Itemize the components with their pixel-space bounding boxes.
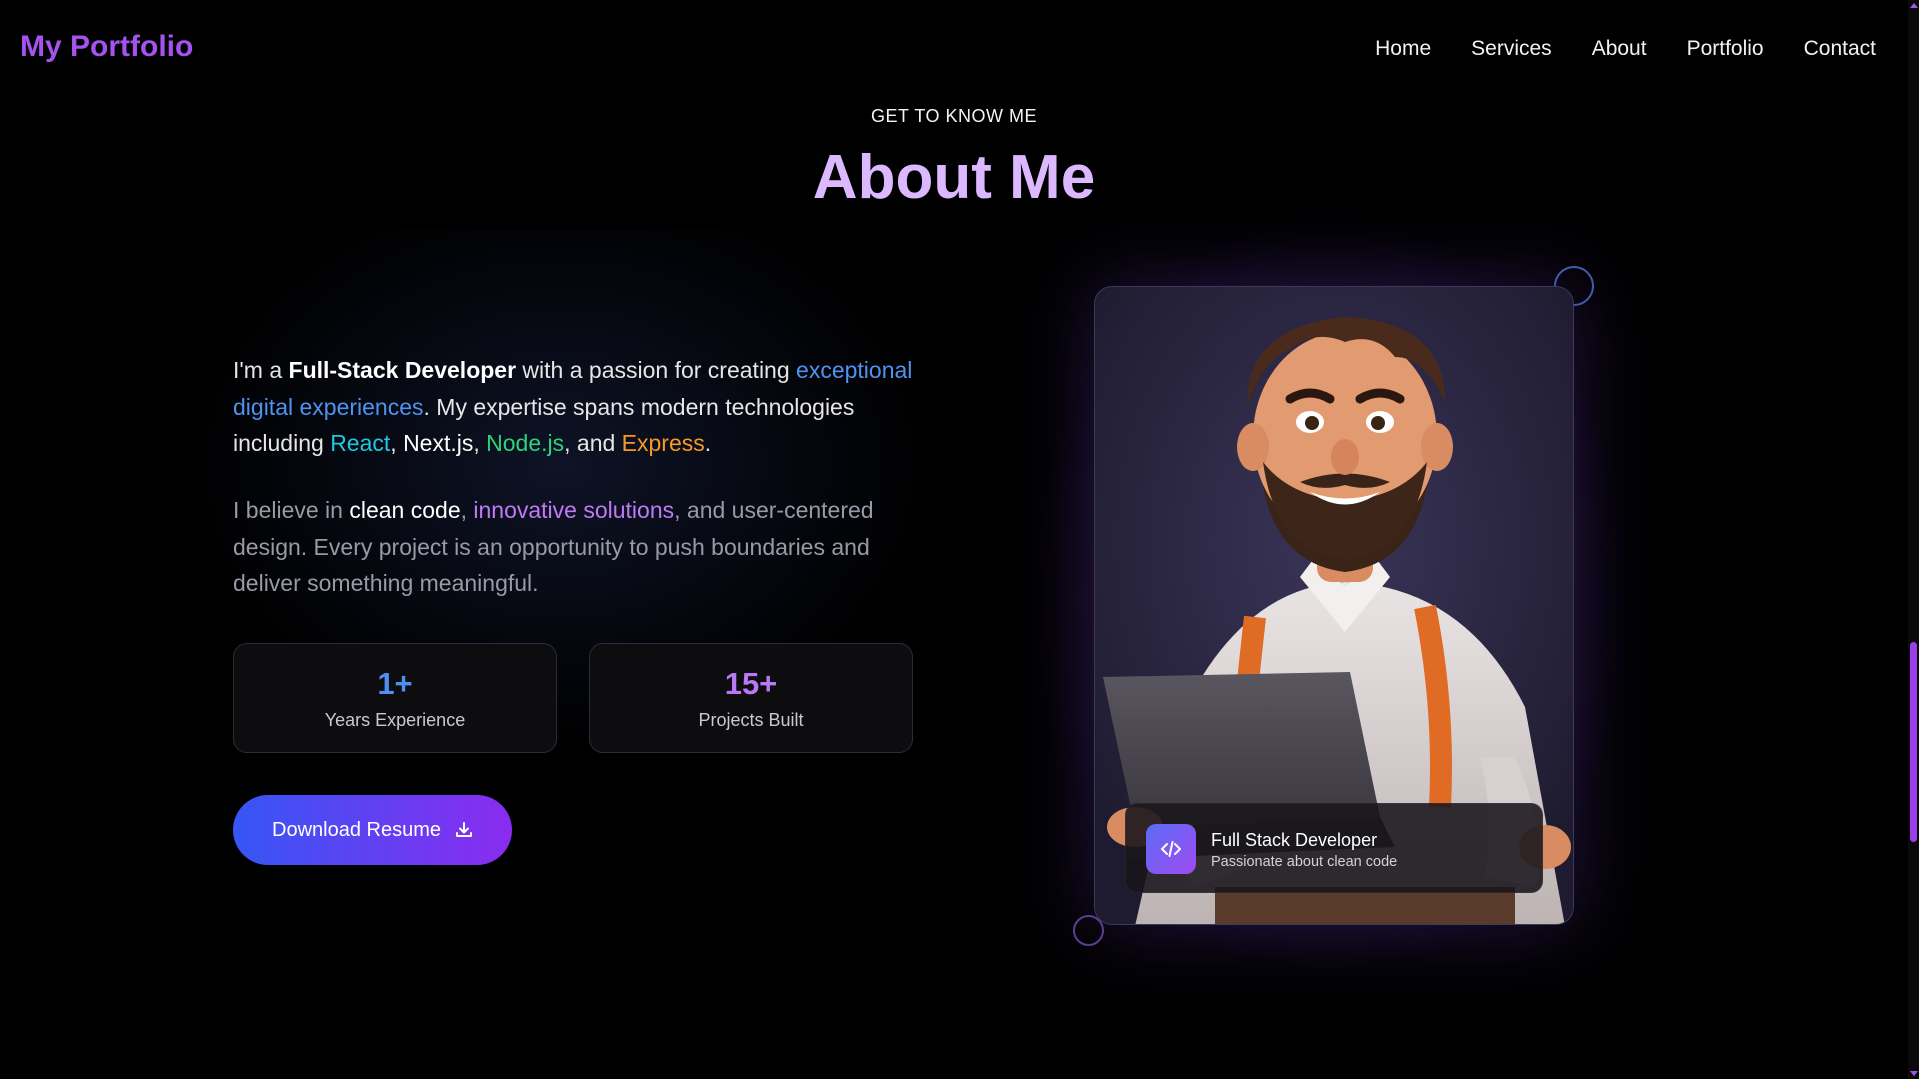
intro-text: with a passion for creating [516, 357, 797, 383]
scroll-up-arrow-icon[interactable] [1910, 3, 1918, 8]
belief-text: I believe in [233, 497, 350, 523]
intro-separator: , [390, 430, 404, 456]
intro-separator: , [473, 430, 487, 456]
role-badge-title: Full Stack Developer [1211, 830, 1378, 850]
stat-card-experience: 1+ Years Experience [233, 643, 557, 753]
belief-paragraph: I believe in clean code, innovative solu… [233, 492, 933, 602]
tech-nodejs: Node.js [486, 430, 565, 456]
stat-label: Years Experience [324, 710, 466, 730]
nav-link-services[interactable]: Services [1471, 37, 1552, 61]
role-badge-subtitle: Passionate about clean code [1211, 854, 1398, 870]
section-eyebrow: GET TO KNOW ME [870, 106, 1038, 126]
download-resume-button[interactable]: Download Resume [233, 795, 512, 865]
site-logo[interactable]: My Portfolio [20, 30, 193, 64]
stat-label: Projects Built [698, 710, 804, 730]
section-title: About Me [812, 143, 1096, 212]
nav-link-portfolio[interactable]: Portfolio [1687, 37, 1764, 61]
role-badge: Full Stack Developer Passionate about cl… [1125, 803, 1543, 893]
role-highlight: Full-Stack Developer [288, 357, 517, 383]
tech-express: Express [621, 430, 705, 456]
scroll-down-arrow-icon[interactable] [1910, 1071, 1918, 1076]
nav-link-contact[interactable]: Contact [1804, 37, 1876, 61]
download-resume-label: Download Resume [272, 818, 441, 841]
intro-text: I'm a [233, 357, 289, 383]
nav-link-home[interactable]: Home [1375, 37, 1431, 61]
nav-link-about[interactable]: About [1592, 37, 1647, 61]
stat-value: 15+ [724, 666, 778, 701]
innovative-highlight: innovative solutions [473, 497, 675, 523]
clean-code-highlight: clean code [349, 497, 461, 523]
code-icon [1146, 824, 1196, 874]
intro-text: . [704, 430, 712, 456]
stat-value: 1+ [377, 666, 413, 701]
stat-card-projects: 15+ Projects Built [589, 643, 913, 753]
top-nav: My Portfolio Home Services About Portfol… [0, 0, 1908, 100]
belief-separator: , [460, 497, 474, 523]
tech-nextjs: Next.js [403, 430, 474, 456]
download-icon [455, 822, 472, 837]
intro-separator: , and [564, 430, 622, 456]
scrollbar-thumb[interactable] [1910, 642, 1917, 842]
vertical-scrollbar[interactable] [1908, 0, 1919, 1079]
decorative-ring-bottom [1073, 915, 1104, 946]
intro-paragraph: I'm a Full-Stack Developer with a passio… [233, 352, 933, 462]
page: My Portfolio Home Services About Portfol… [0, 0, 1919, 1079]
tech-react: React [330, 430, 391, 456]
nav-links: Home Services About Portfolio Contact [1375, 37, 1876, 61]
